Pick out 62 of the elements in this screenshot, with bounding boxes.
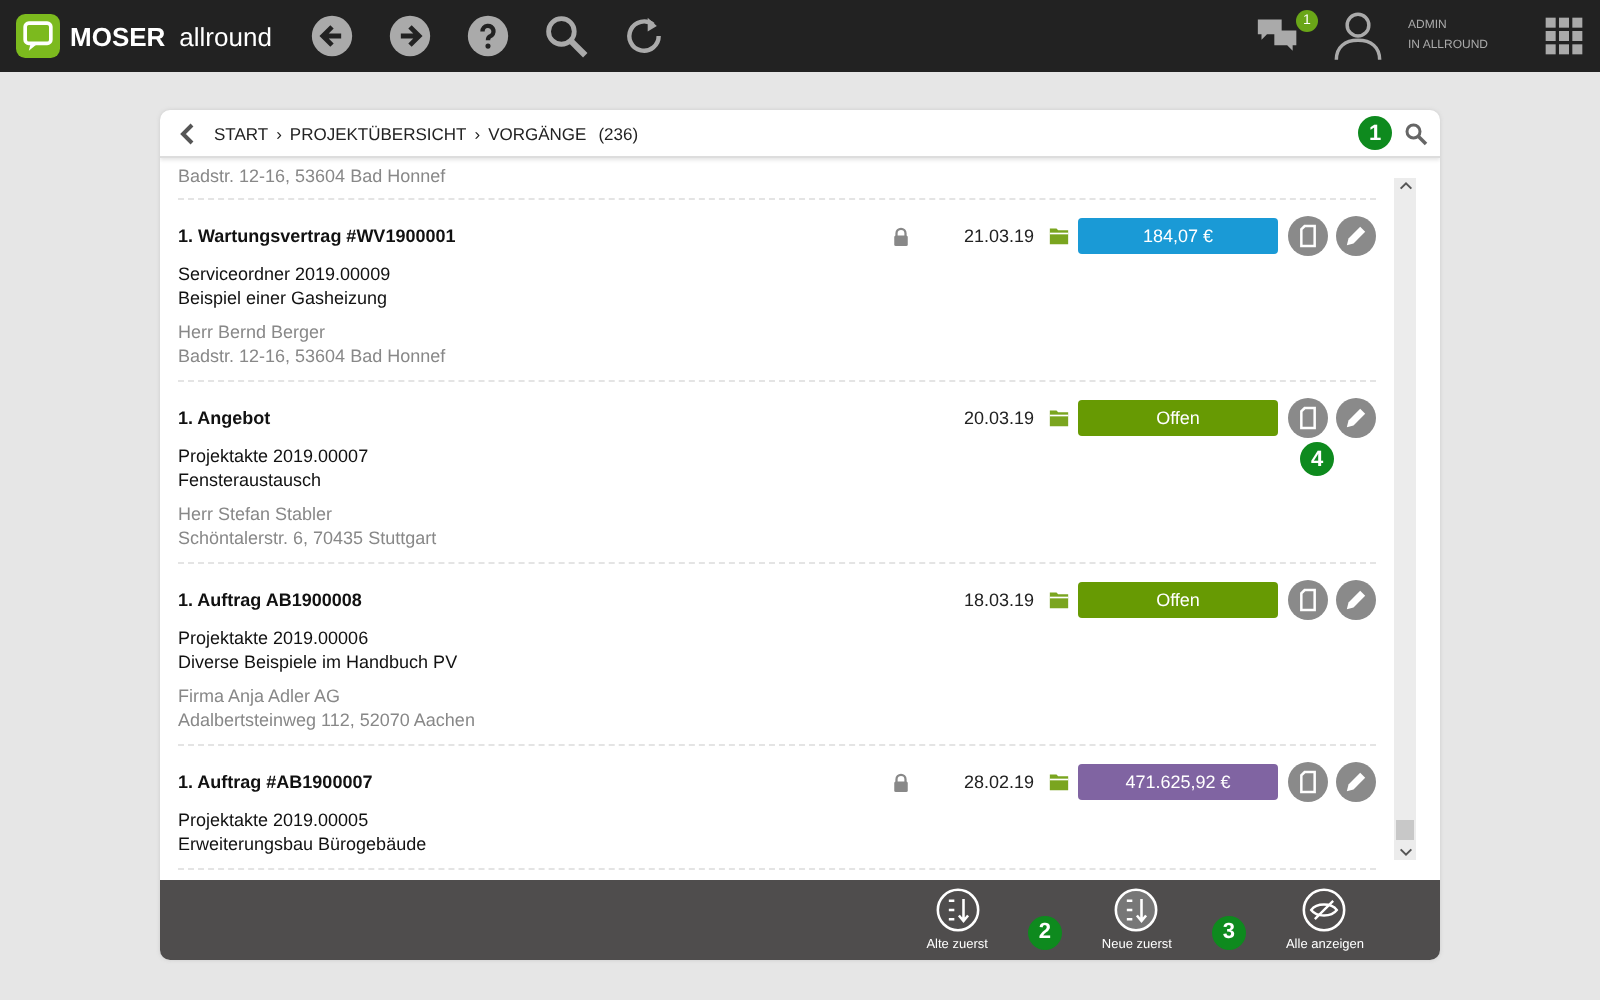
description-text: Projektakte 2019.00006 <box>178 628 369 651</box>
step-marker: 1 <box>1358 116 1392 150</box>
search-icon[interactable] <box>544 14 588 58</box>
document-icon[interactable] <box>1288 580 1328 620</box>
folder-icon[interactable] <box>1048 408 1070 428</box>
document-icon[interactable] <box>1288 216 1328 256</box>
date-text: 28.02.19 <box>964 772 1037 792</box>
document-icon[interactable] <box>1288 398 1328 438</box>
date-text: 21.03.19 <box>964 226 1037 246</box>
folder-icon[interactable] <box>1048 590 1070 610</box>
description-text: Erweiterungsbau Bürogebäude <box>178 833 427 856</box>
item-count: (236) <box>598 123 639 143</box>
description-text: Projektakte 2019.00007 <box>178 446 369 469</box>
sort-icon <box>935 888 980 932</box>
product-name: allround <box>179 21 272 51</box>
folder-icon[interactable] <box>1048 226 1070 246</box>
step-marker: 2 <box>1027 915 1062 949</box>
date-text: 20.03.19 <box>964 408 1037 428</box>
item-title[interactable]: 1. Auftrag #AB1900007 <box>178 772 892 792</box>
folder-icon[interactable] <box>1048 772 1070 792</box>
contact-text: Schöntalerstr. 6, 70435 Stuttgart <box>178 526 437 550</box>
breadcrumb-separator: › <box>276 123 282 143</box>
hidden-eye-icon <box>1302 888 1347 932</box>
brand-name: MOSER <box>70 21 166 51</box>
pencil-icon[interactable] <box>1336 762 1376 802</box>
step-marker: 3 <box>1211 915 1246 949</box>
contact-text: Badstr. 12-16, 53604 Bad Honnef <box>178 164 448 188</box>
app-grid-icon[interactable] <box>1544 16 1584 56</box>
logo-icon <box>16 14 60 58</box>
refresh-icon[interactable] <box>622 14 666 58</box>
scroll-down-icon[interactable] <box>1397 844 1413 860</box>
description-text: Projektakte 2019.00005 <box>178 810 369 833</box>
breadcrumb-link[interactable]: PROJEKTÜBERSICHT <box>289 123 467 143</box>
item-title[interactable]: 1. Angebot <box>178 408 892 428</box>
search-icon[interactable] <box>1404 121 1428 145</box>
item-title[interactable]: 1. Wartungsvertrag #WV1900001 <box>178 226 892 246</box>
contact-text: Adalbertsteinweg 112, 52070 Aachen <box>178 708 475 732</box>
breadcrumb-separator: › <box>474 123 481 143</box>
date-text: 18.03.19 <box>964 590 1037 610</box>
help-icon[interactable] <box>466 14 510 58</box>
status-button[interactable]: 471.625,92 € <box>1078 764 1278 800</box>
description-text: Beispiel einer Gasheizung <box>178 287 388 310</box>
contact-text: Firma Anja Adler AG <box>178 684 341 708</box>
pencil-icon[interactable] <box>1336 216 1376 256</box>
contact-text: Herr Stefan Stabler <box>178 502 333 526</box>
scroll-up-icon[interactable] <box>1397 178 1413 194</box>
step-marker: 4 <box>1300 442 1334 476</box>
sort-icon <box>1114 888 1159 932</box>
pencil-icon[interactable] <box>1336 580 1376 620</box>
user-silhouette-icon[interactable] <box>1332 10 1384 62</box>
description-text: Serviceordner 2019.00009 <box>178 264 391 287</box>
breadcrumb-link[interactable]: START <box>214 123 269 143</box>
contact-text: Badstr. 12-16, 53604 Bad Honnef <box>178 344 446 368</box>
description-text: Fensteraustausch <box>178 469 322 492</box>
scrollbar[interactable] <box>1394 178 1416 860</box>
breadcrumb-link[interactable]: VORGÄNGE <box>488 123 587 143</box>
document-icon[interactable] <box>1288 762 1328 802</box>
contact-text: Herr Bernd Berger <box>178 320 326 344</box>
item-title[interactable]: 1. Auftrag AB1900008 <box>178 590 892 610</box>
description-text: Diverse Beispiele im Handbuch PV <box>178 651 458 674</box>
pencil-icon[interactable] <box>1336 398 1376 438</box>
scrollbar-thumb[interactable] <box>1396 820 1414 840</box>
